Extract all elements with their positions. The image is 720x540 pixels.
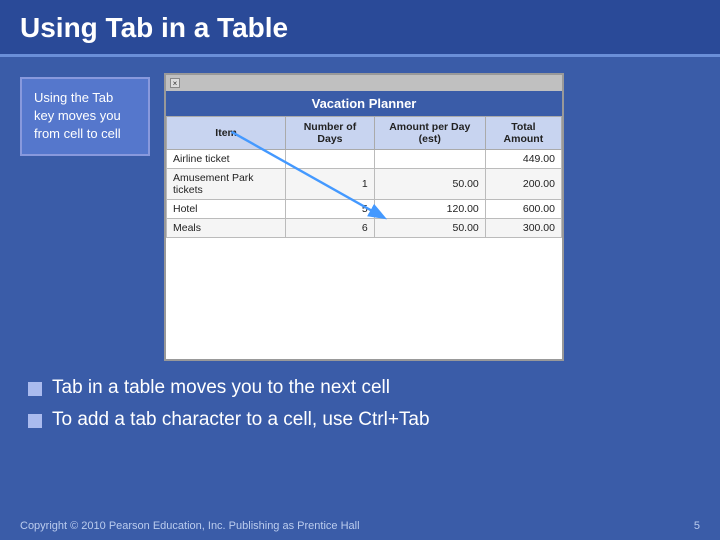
vacation-title: Vacation Planner	[166, 91, 562, 116]
window-chrome: ×	[166, 75, 562, 91]
bullet-icon-1	[28, 382, 42, 396]
cell-total: 449.00	[485, 150, 561, 169]
cell-total: 200.00	[485, 169, 561, 200]
cell-total: 300.00	[485, 219, 561, 238]
bullets-section: Tab in a table moves you to the next cel…	[0, 377, 720, 451]
cell-item: Hotel	[167, 200, 286, 219]
vacation-table: Item Number of Days Amount per Day (est)…	[166, 116, 562, 238]
caption-box: Using the Tab key moves you from cell to…	[20, 77, 150, 156]
bullet-text-1: Tab in a table moves you to the next cel…	[52, 377, 390, 399]
cell-amount: 50.00	[374, 219, 485, 238]
table-row: Meals 6 50.00 300.00	[167, 219, 562, 238]
table-row: Airline ticket 449.00	[167, 150, 562, 169]
bullet-item-1: Tab in a table moves you to the next cel…	[28, 377, 700, 399]
bullet-text-2: To add a tab character to a cell, use Ct…	[52, 409, 430, 431]
footer: Copyright © 2010 Pearson Education, Inc.…	[0, 520, 720, 532]
table-row: Hotel 5 120.00 600.00	[167, 200, 562, 219]
caption-text: Using the Tab key moves you from cell to…	[34, 90, 121, 141]
cell-item: Airline ticket	[167, 150, 286, 169]
col-days: Number of Days	[286, 117, 375, 150]
footer-copyright: Copyright © 2010 Pearson Education, Inc.…	[20, 520, 360, 532]
cell-total: 600.00	[485, 200, 561, 219]
cell-days: 1	[286, 169, 375, 200]
cell-amount: 120.00	[374, 200, 485, 219]
table-header-row: Item Number of Days Amount per Day (est)…	[167, 117, 562, 150]
page-title: Using Tab in a Table	[20, 12, 700, 44]
cell-days	[286, 150, 375, 169]
cell-amount	[374, 150, 485, 169]
table-row: Amusement Park tickets 1 50.00 200.00	[167, 169, 562, 200]
table-screenshot: × Vacation Planner Item Number of Days A…	[164, 73, 564, 361]
cell-amount: 50.00	[374, 169, 485, 200]
close-btn: ×	[170, 78, 180, 88]
bullet-icon-2	[28, 414, 42, 428]
cell-days: 6	[286, 219, 375, 238]
cell-item: Amusement Park tickets	[167, 169, 286, 200]
bullet-item-2: To add a tab character to a cell, use Ct…	[28, 409, 700, 431]
footer-page: 5	[694, 520, 700, 532]
title-bar: Using Tab in a Table	[0, 0, 720, 57]
main-content: Using the Tab key moves you from cell to…	[0, 57, 720, 377]
cell-days: 5	[286, 200, 375, 219]
col-item: Item	[167, 117, 286, 150]
col-total: Total Amount	[485, 117, 561, 150]
col-amount: Amount per Day (est)	[374, 117, 485, 150]
cell-item: Meals	[167, 219, 286, 238]
